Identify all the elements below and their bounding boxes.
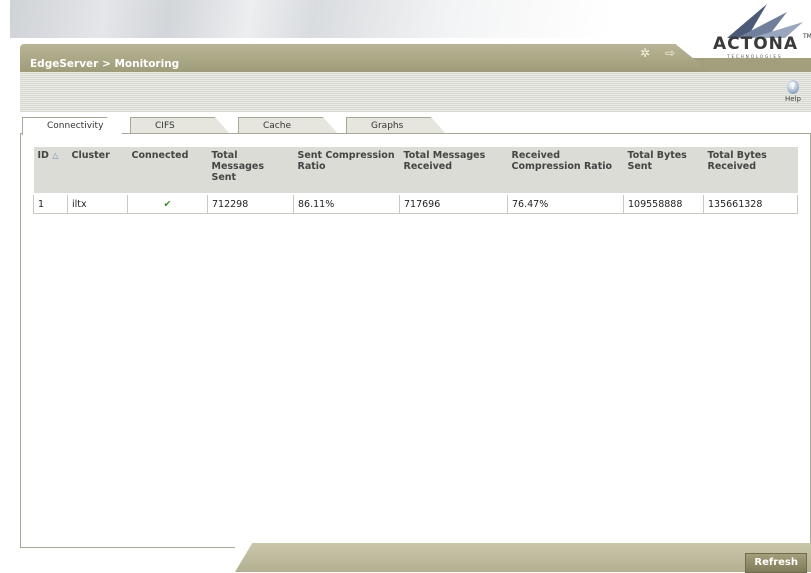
column-header-id[interactable]: ID △ (33, 147, 68, 195)
cell-id: 1 (33, 193, 68, 214)
cell-sent-compression-ratio: 86.11% (293, 193, 400, 214)
top-banner (10, 0, 811, 38)
connectivity-table: ID △ Cluster Connected Total Messages Se… (33, 147, 798, 214)
column-header-sent-compression-ratio[interactable]: Sent Compression Ratio (293, 147, 400, 195)
bottom-divider (20, 547, 235, 548)
cell-cluster: iltx (67, 193, 128, 214)
actona-logo: ACTONA TM TECHNOLOGIES (707, 0, 811, 66)
sort-ascending-icon: △ (52, 151, 59, 160)
cell-total-bytes-sent: 109558888 (623, 193, 704, 214)
cell-total-bytes-received: 135661328 (703, 193, 798, 214)
column-header-cluster[interactable]: Cluster (67, 147, 128, 195)
help-icon: ? (787, 80, 799, 94)
refresh-button[interactable]: Refresh (745, 553, 807, 573)
cell-total-messages-received: 717696 (399, 193, 508, 214)
cell-total-messages-sent: 712298 (207, 193, 294, 214)
tab-connectivity[interactable]: Connectivity (22, 117, 123, 135)
column-header-received-compression-ratio[interactable]: Received Compression Ratio (507, 147, 624, 195)
column-header-total-bytes-sent[interactable]: Total Bytes Sent (623, 147, 704, 195)
table-header-row: ID △ Cluster Connected Total Messages Se… (33, 147, 798, 195)
column-header-total-messages-received[interactable]: Total Messages Received (399, 147, 508, 195)
column-header-connected[interactable]: Connected (127, 147, 208, 195)
tab-bar: Connectivity CIFS Cache Graphs (20, 117, 480, 135)
cell-received-compression-ratio: 76.47% (507, 193, 624, 214)
connected-check-icon: ✔ (127, 193, 208, 214)
footer-bar (235, 543, 811, 572)
help-button[interactable]: ? Help (781, 80, 805, 103)
breadcrumb: EdgeServer > Monitoring (30, 58, 180, 70)
toolbar (20, 72, 811, 112)
wizard-icon[interactable]: ✲ (640, 46, 650, 60)
logout-icon[interactable]: ⇨ (665, 46, 675, 60)
table-row[interactable]: 1 iltx ✔ 712298 86.11% 717696 76.47% 109… (33, 193, 798, 214)
column-header-total-messages-sent[interactable]: Total Messages Sent (207, 147, 294, 195)
column-header-total-bytes-received[interactable]: Total Bytes Received (703, 147, 798, 195)
